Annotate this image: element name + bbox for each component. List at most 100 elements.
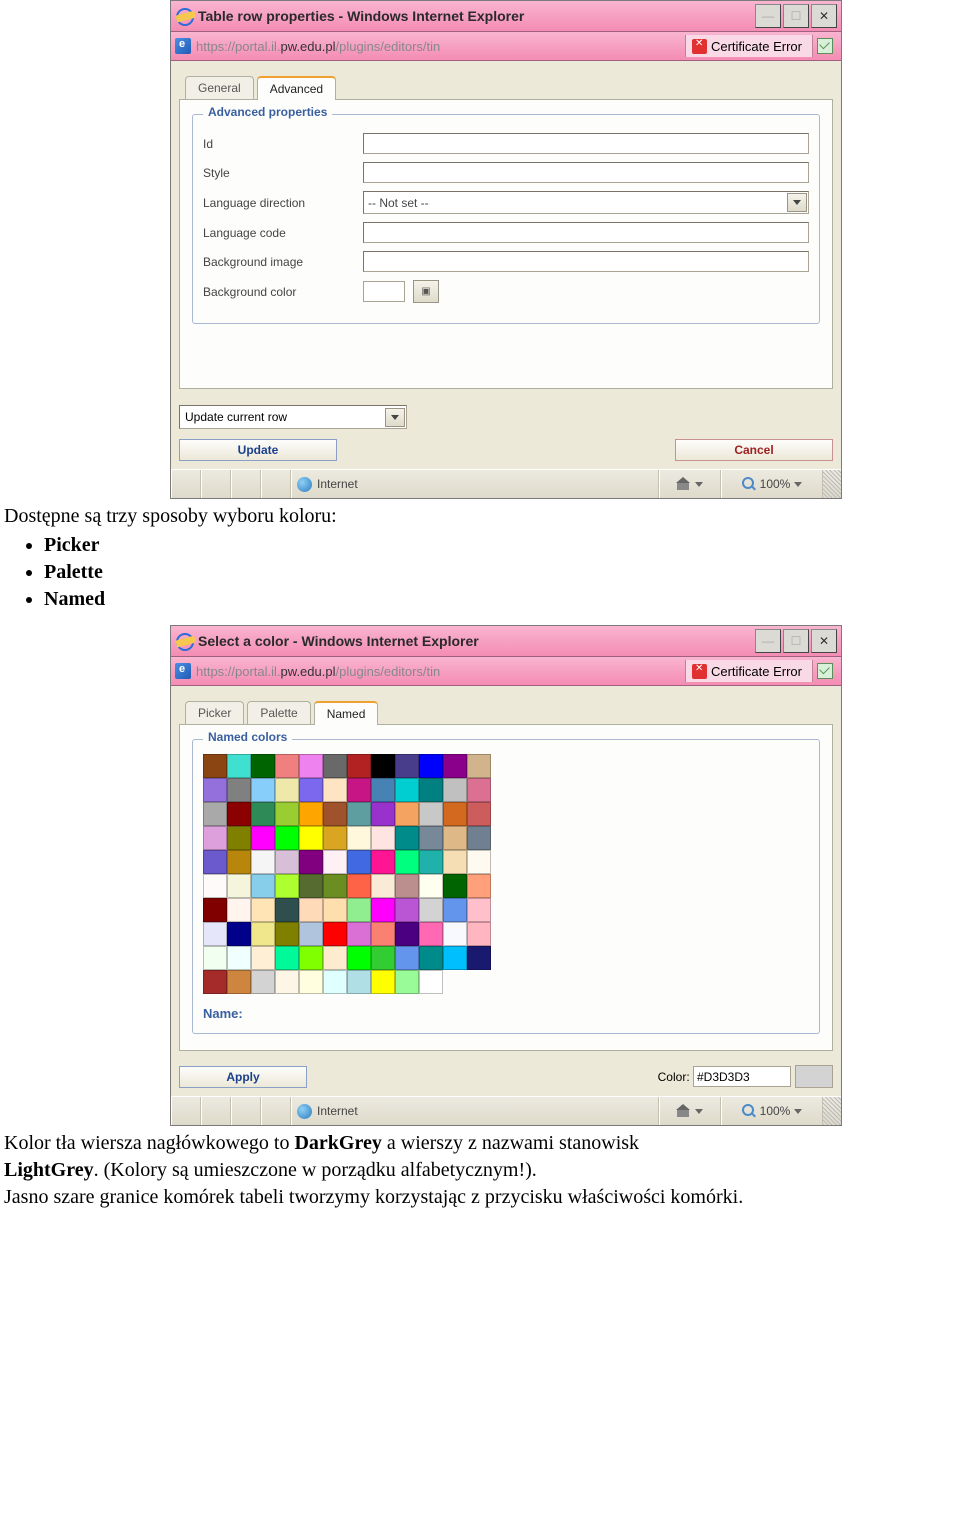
minimize-button[interactable]: —: [755, 629, 781, 653]
maximize-button[interactable]: ☐: [783, 4, 809, 28]
color-swatch[interactable]: [347, 850, 371, 874]
color-swatch[interactable]: [275, 778, 299, 802]
update-scope-select[interactable]: Update current row: [179, 405, 407, 429]
minimize-button[interactable]: —: [755, 4, 781, 28]
color-swatch[interactable]: [227, 946, 251, 970]
id-input[interactable]: [363, 133, 809, 154]
color-swatch[interactable]: [275, 754, 299, 778]
color-picker-button[interactable]: ▣: [413, 280, 439, 303]
color-swatch[interactable]: [371, 826, 395, 850]
background-color-swatch[interactable]: [363, 281, 405, 302]
language-direction-select[interactable]: -- Not set --: [363, 191, 809, 214]
color-swatch[interactable]: [323, 826, 347, 850]
color-swatch[interactable]: [347, 970, 371, 994]
color-swatch[interactable]: [227, 826, 251, 850]
color-swatch[interactable]: [251, 874, 275, 898]
color-swatch[interactable]: [395, 826, 419, 850]
resize-grip[interactable]: [823, 1097, 841, 1125]
certificate-error-badge[interactable]: Certificate Error: [685, 35, 812, 57]
compatibility-icon[interactable]: [812, 660, 837, 682]
color-swatch[interactable]: [443, 898, 467, 922]
color-swatch[interactable]: [419, 922, 443, 946]
color-swatch[interactable]: [275, 898, 299, 922]
color-swatch[interactable]: [323, 754, 347, 778]
zoom-control[interactable]: 100%: [721, 1097, 823, 1125]
language-code-input[interactable]: [363, 222, 809, 243]
color-swatch[interactable]: [371, 778, 395, 802]
color-swatch[interactable]: [251, 754, 275, 778]
color-swatch[interactable]: [467, 946, 491, 970]
color-swatch[interactable]: [347, 754, 371, 778]
color-swatch[interactable]: [419, 850, 443, 874]
color-swatch[interactable]: [227, 898, 251, 922]
color-swatch[interactable]: [299, 922, 323, 946]
color-swatch[interactable]: [419, 874, 443, 898]
update-button[interactable]: Update: [179, 439, 337, 461]
color-swatch[interactable]: [347, 922, 371, 946]
color-swatch[interactable]: [467, 850, 491, 874]
color-swatch[interactable]: [323, 898, 347, 922]
apply-button[interactable]: Apply: [179, 1066, 307, 1088]
color-swatch[interactable]: [275, 970, 299, 994]
color-swatch[interactable]: [371, 850, 395, 874]
color-swatch[interactable]: [251, 922, 275, 946]
color-swatch[interactable]: [299, 970, 323, 994]
color-swatch[interactable]: [443, 754, 467, 778]
color-swatch[interactable]: [443, 802, 467, 826]
color-swatch[interactable]: [419, 826, 443, 850]
color-swatch[interactable]: [323, 970, 347, 994]
color-swatch[interactable]: [467, 802, 491, 826]
color-swatch[interactable]: [443, 850, 467, 874]
color-swatch[interactable]: [443, 922, 467, 946]
color-swatch[interactable]: [299, 754, 323, 778]
protected-mode-button[interactable]: [659, 470, 721, 498]
color-swatch[interactable]: [275, 922, 299, 946]
color-swatch[interactable]: [371, 898, 395, 922]
color-swatch[interactable]: [419, 754, 443, 778]
color-swatch[interactable]: [347, 946, 371, 970]
color-swatch[interactable]: [371, 970, 395, 994]
color-swatch[interactable]: [443, 778, 467, 802]
color-swatch[interactable]: [323, 946, 347, 970]
color-swatch[interactable]: [251, 778, 275, 802]
color-swatch[interactable]: [251, 826, 275, 850]
color-swatch[interactable]: [467, 778, 491, 802]
color-swatch[interactable]: [203, 754, 227, 778]
tab-picker[interactable]: Picker: [185, 701, 244, 724]
color-swatch[interactable]: [251, 946, 275, 970]
color-hex-input[interactable]: [693, 1066, 791, 1087]
tab-named[interactable]: Named: [314, 701, 379, 725]
color-swatch[interactable]: [395, 898, 419, 922]
color-swatch[interactable]: [395, 946, 419, 970]
color-swatch[interactable]: [251, 898, 275, 922]
color-swatch[interactable]: [251, 802, 275, 826]
color-swatch[interactable]: [299, 898, 323, 922]
color-swatch[interactable]: [275, 850, 299, 874]
color-swatch[interactable]: [419, 778, 443, 802]
color-swatch[interactable]: [203, 898, 227, 922]
color-swatch[interactable]: [227, 850, 251, 874]
color-swatch[interactable]: [347, 826, 371, 850]
color-swatch[interactable]: [227, 754, 251, 778]
color-swatch[interactable]: [395, 850, 419, 874]
color-swatch[interactable]: [299, 826, 323, 850]
color-swatch[interactable]: [395, 970, 419, 994]
color-swatch[interactable]: [227, 802, 251, 826]
color-swatch[interactable]: [227, 922, 251, 946]
color-swatch[interactable]: [299, 946, 323, 970]
color-swatch[interactable]: [371, 922, 395, 946]
color-swatch[interactable]: [203, 802, 227, 826]
color-swatch[interactable]: [275, 874, 299, 898]
color-swatch[interactable]: [347, 778, 371, 802]
color-swatch[interactable]: [227, 874, 251, 898]
zoom-control[interactable]: 100%: [721, 470, 823, 498]
certificate-error-badge[interactable]: Certificate Error: [685, 660, 812, 682]
color-swatch[interactable]: [203, 922, 227, 946]
color-swatch[interactable]: [323, 922, 347, 946]
color-swatch[interactable]: [203, 874, 227, 898]
tab-advanced[interactable]: Advanced: [257, 76, 336, 100]
color-swatch[interactable]: [203, 826, 227, 850]
color-swatch[interactable]: [203, 970, 227, 994]
color-swatch[interactable]: [443, 946, 467, 970]
color-swatch[interactable]: [299, 778, 323, 802]
